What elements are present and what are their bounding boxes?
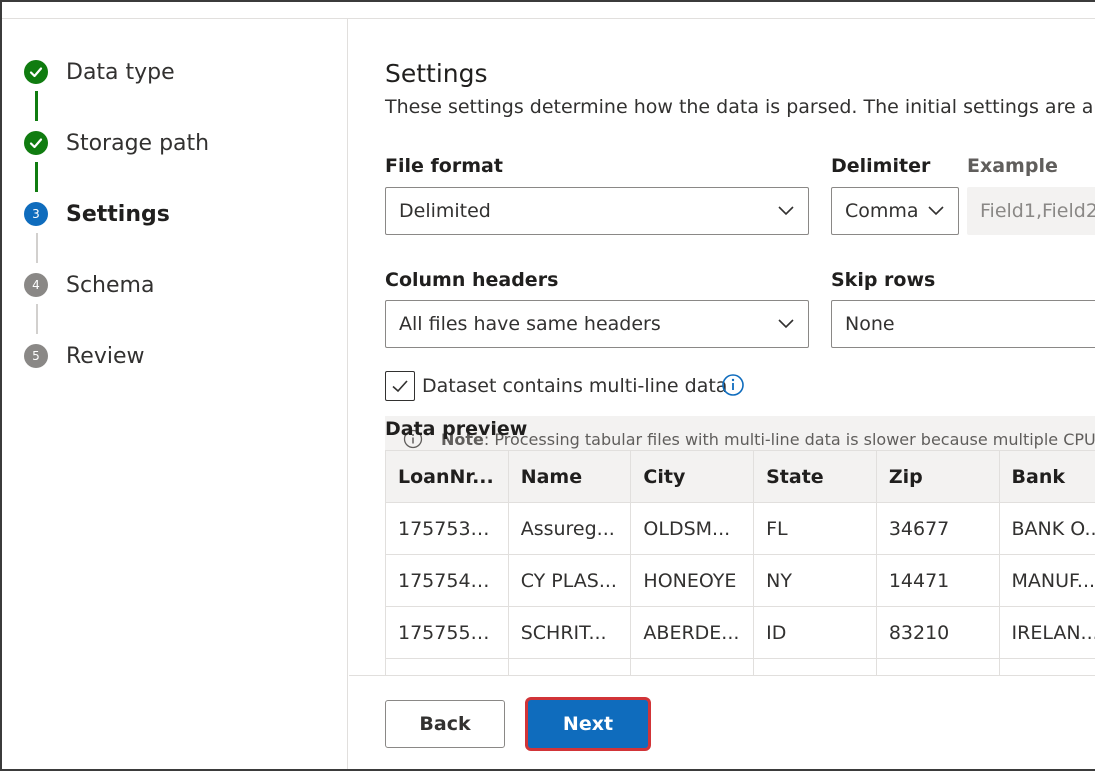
multiline-checkbox[interactable] — [385, 371, 415, 401]
step-label: Storage path — [66, 130, 210, 156]
wizard-footer: Back Next — [349, 675, 1095, 769]
table-cell: SCHRIT... — [507, 606, 632, 659]
table-cell — [998, 658, 1095, 675]
table-row — [385, 658, 1095, 675]
step-data-type[interactable]: Data type — [24, 57, 175, 87]
step-connector — [36, 304, 38, 334]
column-header[interactable]: Zip — [875, 450, 1000, 503]
table-cell: 14471 — [875, 554, 1000, 607]
column-header[interactable]: State — [753, 450, 877, 503]
chevron-down-icon — [928, 206, 944, 216]
data-preview-label: Data preview — [385, 418, 528, 440]
table-cell: HONEOYE — [630, 554, 755, 607]
table-cell: ID — [753, 606, 877, 659]
table-row: 1757545... CY PLAS... HONEOYE NY 14471 M… — [385, 554, 1095, 607]
skip-rows-value: None — [845, 313, 895, 335]
checkmark-icon — [392, 380, 408, 393]
file-format-value: Delimited — [399, 200, 491, 222]
column-headers-value: All files have same headers — [399, 313, 661, 335]
step-connector — [35, 162, 38, 192]
chevron-down-icon — [778, 206, 794, 216]
multiline-label: Dataset contains multi-line data — [422, 375, 728, 397]
step-number-badge: 4 — [24, 273, 48, 297]
skip-rows-dropdown[interactable]: None — [831, 300, 1095, 348]
step-label: Review — [66, 343, 145, 369]
delimiter-value: Comma — [845, 200, 919, 222]
back-button[interactable]: Back — [385, 700, 505, 748]
step-number-badge: 5 — [24, 344, 48, 368]
delimiter-dropdown[interactable]: Comma — [831, 187, 959, 235]
wizard-stepper: Data type Storage path 3 Settings 4 Sche… — [2, 19, 348, 769]
example-field: Field1,Field2, — [967, 187, 1095, 235]
column-header[interactable]: LoanNr... — [385, 450, 509, 503]
table-cell: 1757545... — [385, 554, 509, 607]
column-headers-label: Column headers — [385, 269, 559, 291]
step-review[interactable]: 5 Review — [24, 341, 145, 371]
table-cell: 1757535... — [385, 502, 509, 555]
checkmark-icon — [24, 60, 48, 84]
table-cell: CY PLAS... — [507, 554, 632, 607]
step-connector — [36, 233, 38, 263]
step-number-badge: 3 — [24, 202, 48, 226]
step-storage-path[interactable]: Storage path — [24, 128, 209, 158]
table-cell: 34677 — [875, 502, 1000, 555]
table-cell: ABERDE... — [630, 606, 755, 659]
settings-panel: Settings These settings determine how th… — [349, 19, 1095, 675]
chevron-down-icon — [778, 319, 794, 329]
table-cell: NY — [753, 554, 877, 607]
skip-rows-label: Skip rows — [831, 269, 936, 291]
step-settings[interactable]: 3 Settings — [24, 199, 170, 229]
delimiter-label: Delimiter — [831, 155, 931, 177]
step-label: Settings — [66, 201, 170, 227]
table-cell: 83210 — [875, 606, 1000, 659]
table-cell: OLDSM... — [630, 502, 755, 555]
page-title: Settings — [385, 59, 488, 88]
table-cell: IRELAN... — [998, 606, 1095, 659]
note-text: Note: Processing tabular files with mult… — [441, 430, 1095, 449]
next-button[interactable]: Next — [528, 700, 648, 748]
table-cell: Assureg... — [507, 502, 632, 555]
table-row: 1757535... Assureg... OLDSM... FL 34677 … — [385, 502, 1095, 555]
column-header[interactable]: City — [630, 450, 755, 503]
table-cell — [630, 658, 755, 675]
column-header[interactable]: Bank — [998, 450, 1095, 503]
table-cell — [385, 658, 509, 675]
table-cell — [753, 658, 877, 675]
data-preview-table: LoanNr... Name City State Zip Bank 17575… — [385, 450, 1095, 675]
example-label: Example — [967, 155, 1058, 177]
step-connector — [35, 91, 38, 121]
file-format-dropdown[interactable]: Delimited — [385, 187, 809, 235]
table-cell — [507, 658, 632, 675]
table-row: 1757554... SCHRIT... ABERDE... ID 83210 … — [385, 606, 1095, 659]
column-headers-dropdown[interactable]: All files have same headers — [385, 300, 809, 348]
table-cell: 1757554... — [385, 606, 509, 659]
column-header[interactable]: Name — [507, 450, 632, 503]
table-cell: FL — [753, 502, 877, 555]
step-schema[interactable]: 4 Schema — [24, 270, 154, 300]
table-cell: MANUF... — [998, 554, 1095, 607]
checkmark-icon — [24, 131, 48, 155]
page-description: These settings determine how the data is… — [385, 96, 1095, 118]
table-header-row: LoanNr... Name City State Zip Bank — [385, 450, 1095, 503]
wizard-frame: Data type Storage path 3 Settings 4 Sche… — [0, 0, 1095, 771]
step-label: Schema — [66, 272, 155, 298]
table-cell: BANK O... — [998, 502, 1095, 555]
table-cell — [875, 658, 1000, 675]
step-label: Data type — [66, 59, 175, 85]
info-icon[interactable] — [721, 373, 745, 397]
file-format-label: File format — [385, 155, 503, 177]
